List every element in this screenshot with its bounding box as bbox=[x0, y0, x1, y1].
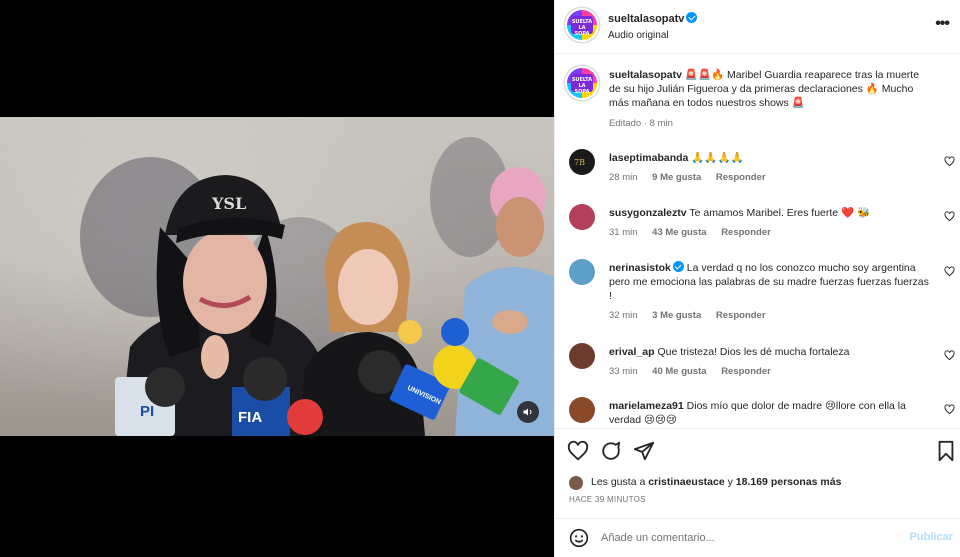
comment-time: 31 min bbox=[609, 227, 638, 238]
comment-username[interactable]: erival_ap bbox=[609, 346, 655, 358]
media-area: YSL FIA PI UNIVISION bbox=[0, 0, 554, 557]
comment-text: laseptimabanda 🙏🙏🙏🙏 bbox=[609, 151, 931, 165]
comment-likes[interactable]: 3 Me gusta bbox=[652, 310, 701, 321]
comment-avatar[interactable] bbox=[569, 343, 595, 369]
comment-username[interactable]: susygonzaleztv bbox=[609, 207, 687, 219]
hand bbox=[492, 310, 528, 334]
comment-avatar[interactable] bbox=[569, 204, 595, 230]
caption-edited: Editado · 8 min bbox=[609, 118, 673, 129]
comment-username[interactable]: laseptimabanda bbox=[609, 152, 688, 164]
brand-logo: SUELTA LA SOPA bbox=[571, 74, 593, 95]
mute-button[interactable] bbox=[517, 401, 539, 423]
heart-icon[interactable] bbox=[944, 404, 955, 415]
comment-time: 32 min bbox=[609, 310, 638, 321]
microphone bbox=[441, 318, 469, 346]
post-side-panel: SUELTA LA SOPA sueltalasopatv Audio orig… bbox=[554, 0, 960, 557]
reply-button[interactable]: Responder bbox=[721, 227, 771, 238]
publish-button[interactable]: Publicar bbox=[910, 531, 953, 543]
share-icon[interactable] bbox=[633, 440, 655, 462]
verified-badge-icon bbox=[686, 12, 698, 23]
emoji-icon[interactable] bbox=[569, 528, 589, 548]
caption-emojis: 🚨🚨🔥 bbox=[684, 69, 725, 81]
brand-logo: SUELTA LA SOPA bbox=[571, 16, 593, 37]
instagram-post-modal: YSL FIA PI UNIVISION SUELTA LA SOPA suel… bbox=[0, 0, 960, 557]
reply-button[interactable]: Responder bbox=[716, 172, 766, 183]
microphone bbox=[145, 367, 185, 407]
comment-text: nerinasistok La verdad q no los conozco … bbox=[609, 261, 931, 303]
post-timestamp: HACE 39 MINUTOS bbox=[569, 495, 646, 504]
comment-username[interactable]: marielameza91 bbox=[609, 400, 684, 412]
comment-body: 🙏🙏🙏🙏 bbox=[691, 152, 744, 164]
comment-avatar[interactable] bbox=[569, 397, 595, 423]
likes-summary[interactable]: Les gusta a cristinaeustace y 18.169 per… bbox=[591, 476, 841, 488]
likes-count[interactable]: 18.169 personas más bbox=[736, 476, 842, 488]
comment-avatar[interactable] bbox=[569, 259, 595, 285]
mic-brand-label: PI bbox=[140, 403, 155, 420]
likes-prefix: Les gusta a bbox=[591, 476, 646, 488]
post-header: SUELTA LA SOPA sueltalasopatv Audio orig… bbox=[555, 0, 960, 54]
comment-body: Te amamos Maribel. Eres fuerte ❤️ 🐝 bbox=[689, 207, 871, 219]
comment-meta: 28 min 9 Me gusta Responder bbox=[609, 172, 778, 183]
verified-badge-icon bbox=[672, 261, 684, 272]
author-username[interactable]: sueltalasopatv bbox=[608, 13, 684, 25]
comment-avatar[interactable]: 7B bbox=[569, 149, 595, 175]
video-scene: YSL bbox=[80, 137, 554, 436]
comment-time: 33 min bbox=[609, 366, 638, 377]
hand bbox=[201, 335, 229, 379]
likes-and: y bbox=[727, 476, 733, 488]
band-logo-icon: 7B bbox=[574, 158, 585, 167]
comment-text: marielameza91 Dios mío que dolor de madr… bbox=[609, 399, 931, 427]
man-face bbox=[496, 197, 544, 257]
comments-list[interactable]: SUELTA LA SOPA sueltalasopatv 🚨🚨🔥 Maribe… bbox=[555, 54, 960, 428]
woman-face bbox=[183, 230, 267, 334]
microphone bbox=[398, 320, 422, 344]
caption-author-avatar[interactable]: SUELTA LA SOPA bbox=[565, 66, 599, 100]
comment-time: 28 min bbox=[609, 172, 638, 183]
cap-logo: YSL bbox=[211, 194, 246, 213]
caption-text: sueltalasopatv 🚨🚨🔥 Maribel Guardia reapa… bbox=[609, 68, 931, 110]
comment-input[interactable] bbox=[601, 527, 891, 549]
liker-avatar[interactable] bbox=[569, 476, 583, 490]
liker-username[interactable]: cristinaeustace bbox=[648, 476, 724, 488]
comment-text: susygonzaleztv Te amamos Maribel. Eres f… bbox=[609, 206, 931, 220]
heart-icon[interactable] bbox=[567, 440, 589, 462]
author-avatar[interactable]: SUELTA LA SOPA bbox=[565, 8, 599, 42]
bookmark-icon[interactable] bbox=[935, 440, 957, 462]
comment-likes[interactable]: 43 Me gusta bbox=[652, 227, 706, 238]
mic-brand-label: FIA bbox=[238, 409, 263, 426]
reply-button[interactable]: Responder bbox=[721, 366, 771, 377]
comment-username[interactable]: nerinasistok bbox=[609, 262, 671, 274]
heart-icon[interactable] bbox=[944, 156, 955, 167]
heart-icon[interactable] bbox=[944, 350, 955, 361]
post-actions: Les gusta a cristinaeustace y 18.169 per… bbox=[555, 428, 960, 518]
comment-meta: 33 min 40 Me gusta Responder bbox=[609, 366, 783, 377]
speaker-icon bbox=[523, 408, 532, 416]
comment-meta: 32 min 3 Me gusta Responder bbox=[609, 310, 778, 321]
svg-text:7B: 7B bbox=[574, 158, 585, 167]
microphone bbox=[287, 399, 323, 435]
more-options-icon[interactable]: ••• bbox=[935, 15, 950, 33]
reply-button[interactable]: Responder bbox=[716, 310, 766, 321]
heart-icon[interactable] bbox=[944, 211, 955, 222]
comment-composer: Publicar bbox=[555, 518, 960, 557]
comment-body: Que tristeza! Dios les dé mucha fortalez… bbox=[657, 346, 850, 358]
microphone bbox=[243, 357, 287, 401]
caption-username[interactable]: sueltalasopatv bbox=[609, 69, 682, 81]
comment-likes[interactable]: 40 Me gusta bbox=[652, 366, 706, 377]
second-woman-face bbox=[338, 249, 398, 325]
comment-text: erival_ap Que tristeza! Dios les dé much… bbox=[609, 345, 931, 359]
video-player[interactable]: YSL FIA PI UNIVISION bbox=[0, 117, 554, 436]
comment-meta: 31 min 43 Me gusta Responder bbox=[609, 227, 783, 238]
audio-label[interactable]: Audio original bbox=[608, 30, 697, 41]
comment-likes[interactable]: 9 Me gusta bbox=[652, 172, 701, 183]
heart-icon[interactable] bbox=[944, 266, 955, 277]
comment-icon[interactable] bbox=[600, 440, 622, 462]
author-info: sueltalasopatv Audio original bbox=[608, 12, 698, 41]
